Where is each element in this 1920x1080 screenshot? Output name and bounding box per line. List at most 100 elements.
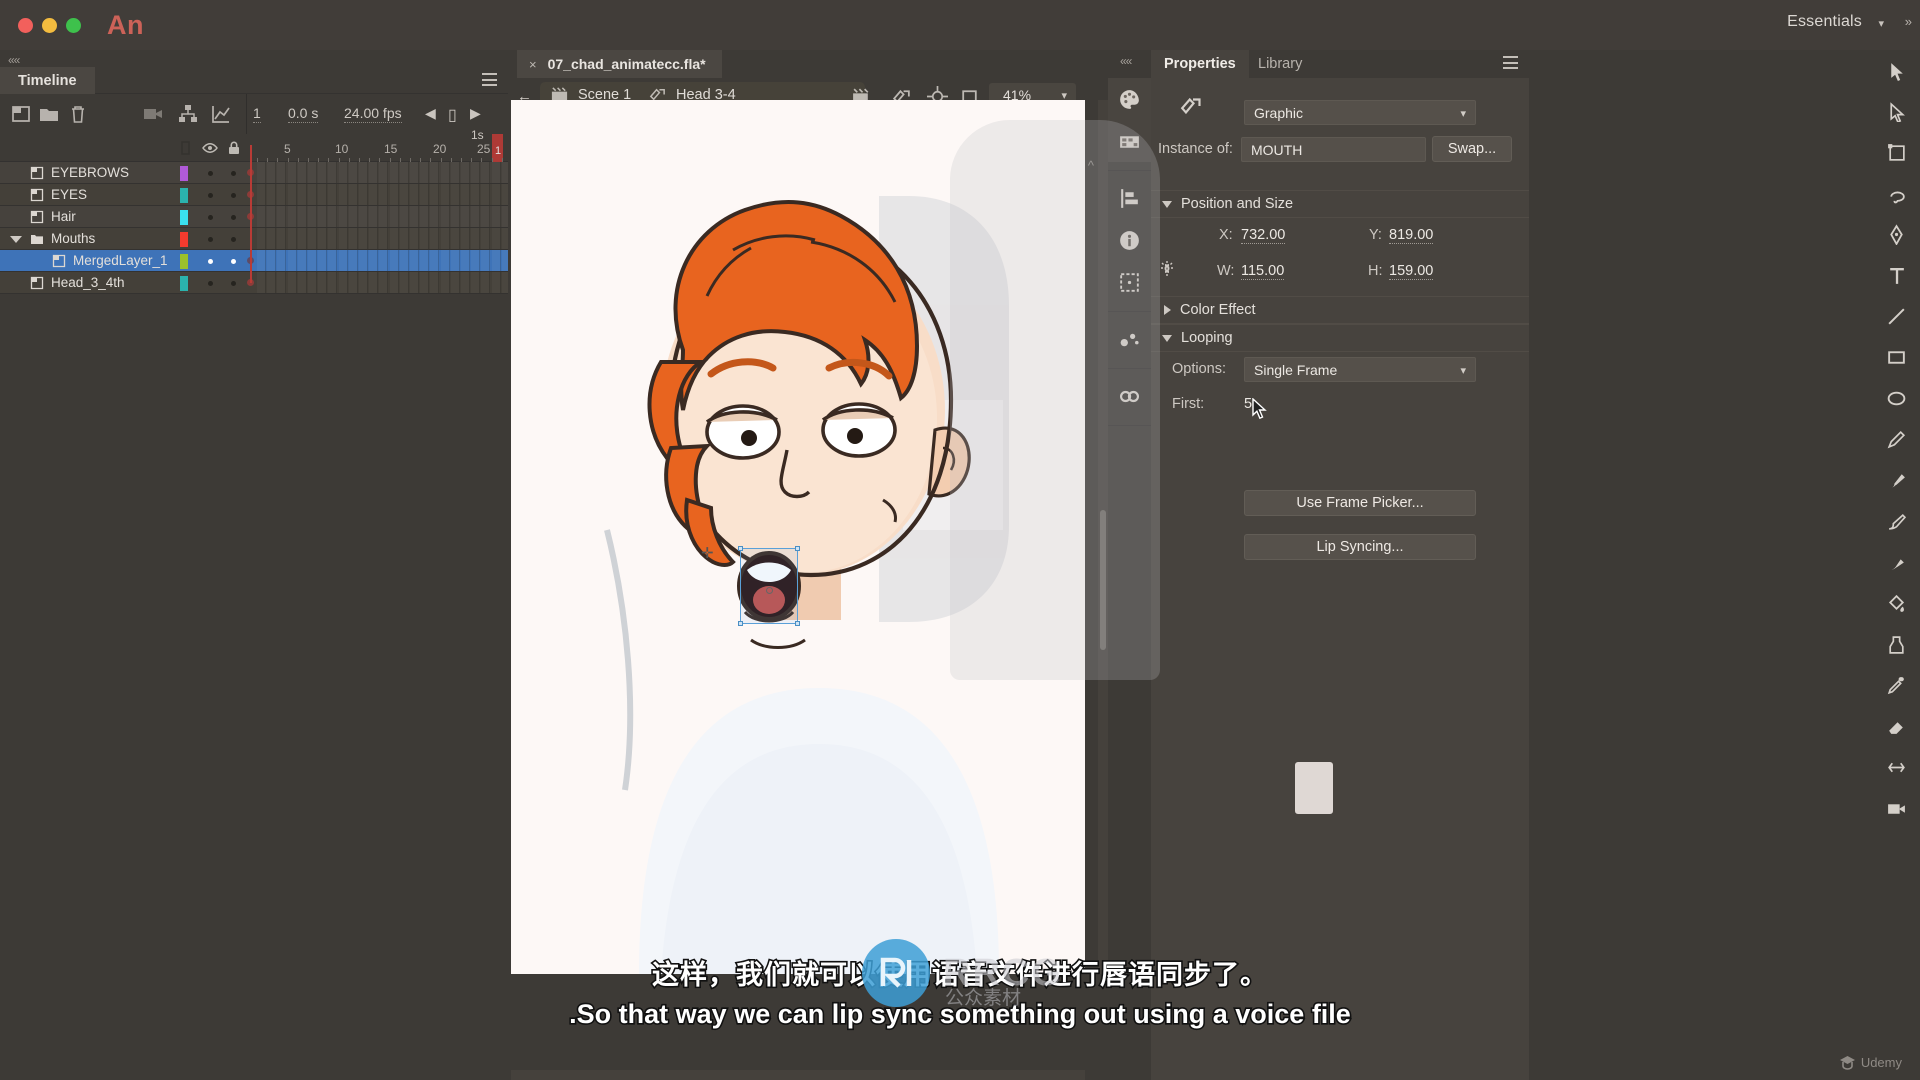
paint-bucket-tool-button[interactable] bbox=[1872, 583, 1920, 624]
tab-timeline[interactable]: Timeline bbox=[0, 67, 95, 94]
w-value[interactable]: 115.00 bbox=[1241, 263, 1285, 280]
layer-outline-color-chip[interactable] bbox=[180, 254, 188, 269]
collapse-panels-icon[interactable]: «« bbox=[1120, 54, 1132, 68]
layer-frames-track[interactable] bbox=[246, 162, 511, 184]
disclosure-triangle-icon[interactable] bbox=[10, 236, 22, 243]
paint-brush-tool-button[interactable] bbox=[1872, 501, 1920, 542]
line-tool-button[interactable] bbox=[1872, 296, 1920, 337]
timeline-panel-menu-icon[interactable] bbox=[482, 73, 497, 86]
camera-icon[interactable] bbox=[142, 103, 164, 125]
layer-frames-track[interactable] bbox=[246, 228, 511, 250]
layer-lock-toggle[interactable] bbox=[231, 281, 236, 286]
use-frame-picker-button[interactable]: Use Frame Picker... bbox=[1244, 490, 1476, 516]
bone-tool-button[interactable] bbox=[1872, 542, 1920, 583]
rectangle-tool-button[interactable] bbox=[1872, 337, 1920, 378]
layer-visibility-toggle[interactable] bbox=[208, 237, 213, 242]
maximize-window-button[interactable] bbox=[66, 17, 81, 33]
eyedropper-tool-button[interactable] bbox=[1872, 665, 1920, 706]
layer-name-label[interactable]: Hair bbox=[51, 209, 76, 224]
text-tool-button[interactable] bbox=[1872, 255, 1920, 296]
layer-lock-toggle[interactable] bbox=[231, 171, 236, 176]
width-tool-button[interactable] bbox=[1872, 747, 1920, 788]
timeline-layer-row[interactable]: EYES bbox=[0, 184, 511, 206]
timeline-layer-row[interactable]: EYEBROWS bbox=[0, 162, 511, 184]
layer-outline-color-chip[interactable] bbox=[180, 276, 188, 291]
pen-tool-button[interactable] bbox=[1872, 214, 1920, 255]
document-tab[interactable]: × 07_chad_animatecc.fla* bbox=[517, 50, 722, 78]
layer-frames-track[interactable] bbox=[246, 184, 511, 206]
layer-frames-track[interactable] bbox=[246, 272, 511, 294]
layer-visibility-toggle[interactable] bbox=[208, 193, 213, 198]
pencil-tool-button[interactable] bbox=[1872, 419, 1920, 460]
current-frame-field[interactable]: 1 bbox=[253, 105, 261, 123]
instance-of-field[interactable]: MOUTH bbox=[1241, 137, 1426, 162]
layer-lock-toggle[interactable] bbox=[231, 193, 236, 198]
layer-visibility-toggle[interactable] bbox=[208, 215, 213, 220]
close-document-icon[interactable]: × bbox=[529, 57, 537, 72]
chevron-down-icon[interactable]: ▾ bbox=[1878, 17, 1884, 30]
new-layer-icon[interactable] bbox=[10, 103, 32, 125]
subselection-tool-button[interactable] bbox=[1872, 91, 1920, 132]
y-value[interactable]: 819.00 bbox=[1389, 227, 1434, 244]
lock-icon[interactable] bbox=[226, 140, 242, 156]
brush-tool-button[interactable] bbox=[1872, 460, 1920, 501]
eraser-tool-button[interactable] bbox=[1872, 706, 1920, 747]
onion-skin-button[interactable]: ▯ bbox=[448, 105, 457, 125]
lasso-tool-button[interactable] bbox=[1872, 173, 1920, 214]
free-transform-tool-button[interactable] bbox=[1872, 132, 1920, 173]
timeline-layer-row[interactable]: Head_3_4th bbox=[0, 272, 511, 294]
layer-lock-toggle[interactable] bbox=[231, 259, 236, 264]
timeline-layer-row[interactable]: MergedLayer_1 bbox=[0, 250, 511, 272]
next-keyframe-button[interactable]: ▶ bbox=[470, 105, 481, 122]
layer-lock-toggle[interactable] bbox=[231, 237, 236, 242]
outline-icon[interactable] bbox=[178, 140, 194, 156]
position-and-size-header[interactable]: Position and Size bbox=[1151, 190, 1529, 218]
layer-name-label[interactable]: MergedLayer_1 bbox=[73, 253, 168, 268]
looping-header[interactable]: Looping bbox=[1151, 324, 1529, 352]
expand-panels-icon[interactable]: » bbox=[1905, 14, 1912, 29]
current-time-field[interactable]: 0.0 s bbox=[288, 105, 319, 123]
layer-name-label[interactable]: EYEBROWS bbox=[51, 165, 129, 180]
timeline-ruler[interactable]: 1 5 10 15 20 25 1s bbox=[246, 128, 513, 162]
graph-editor-icon[interactable] bbox=[210, 103, 232, 125]
minimize-window-button[interactable] bbox=[42, 17, 57, 33]
timeline-layer-row[interactable]: Hair bbox=[0, 206, 511, 228]
eye-icon[interactable] bbox=[202, 140, 218, 156]
layer-frames-track[interactable] bbox=[246, 250, 511, 272]
workspace-switcher[interactable]: Essentials bbox=[1787, 13, 1862, 31]
new-folder-icon[interactable] bbox=[38, 103, 60, 125]
h-value[interactable]: 159.00 bbox=[1389, 263, 1434, 280]
layer-outline-color-chip[interactable] bbox=[180, 188, 188, 203]
swap-button[interactable]: Swap... bbox=[1432, 136, 1512, 162]
x-value[interactable]: 732.00 bbox=[1241, 227, 1286, 244]
timeline-layer-row[interactable]: Mouths bbox=[0, 228, 511, 250]
layer-visibility-toggle[interactable] bbox=[208, 259, 213, 264]
layer-outline-color-chip[interactable] bbox=[180, 166, 188, 181]
oval-tool-button[interactable] bbox=[1872, 378, 1920, 419]
parenting-icon[interactable] bbox=[177, 103, 199, 125]
layer-outline-color-chip[interactable] bbox=[180, 210, 188, 225]
window-controls[interactable] bbox=[18, 17, 81, 33]
close-window-button[interactable] bbox=[18, 17, 33, 33]
selection-tool-button[interactable] bbox=[1872, 50, 1920, 91]
layer-outline-color-chip[interactable] bbox=[180, 232, 188, 247]
color-effect-header[interactable]: Color Effect bbox=[1151, 296, 1529, 324]
properties-panel-menu-icon[interactable] bbox=[1503, 56, 1518, 69]
layer-lock-toggle[interactable] bbox=[231, 215, 236, 220]
camera-tool-button[interactable] bbox=[1872, 788, 1920, 829]
delete-layer-icon[interactable] bbox=[67, 103, 89, 125]
tab-library[interactable]: Library bbox=[1245, 50, 1315, 78]
selection-bounding-box[interactable] bbox=[738, 546, 800, 626]
layer-frames-track[interactable] bbox=[246, 206, 511, 228]
looping-options-select[interactable]: Single Frame ▾ bbox=[1244, 357, 1476, 382]
lip-syncing-button[interactable]: Lip Syncing... bbox=[1244, 534, 1476, 560]
symbol-type-select[interactable]: Graphic ▾ bbox=[1244, 100, 1476, 125]
rail-button-color[interactable] bbox=[1108, 78, 1151, 120]
tab-properties[interactable]: Properties bbox=[1151, 50, 1249, 78]
stage-horizontal-scrollbar[interactable] bbox=[511, 1070, 1085, 1080]
layer-visibility-toggle[interactable] bbox=[208, 171, 213, 176]
layer-name-label[interactable]: Head_3_4th bbox=[51, 275, 125, 290]
layer-visibility-toggle[interactable] bbox=[208, 281, 213, 286]
layer-name-label[interactable]: EYES bbox=[51, 187, 87, 202]
frame-rate-field[interactable]: 24.00 fps bbox=[344, 105, 402, 123]
